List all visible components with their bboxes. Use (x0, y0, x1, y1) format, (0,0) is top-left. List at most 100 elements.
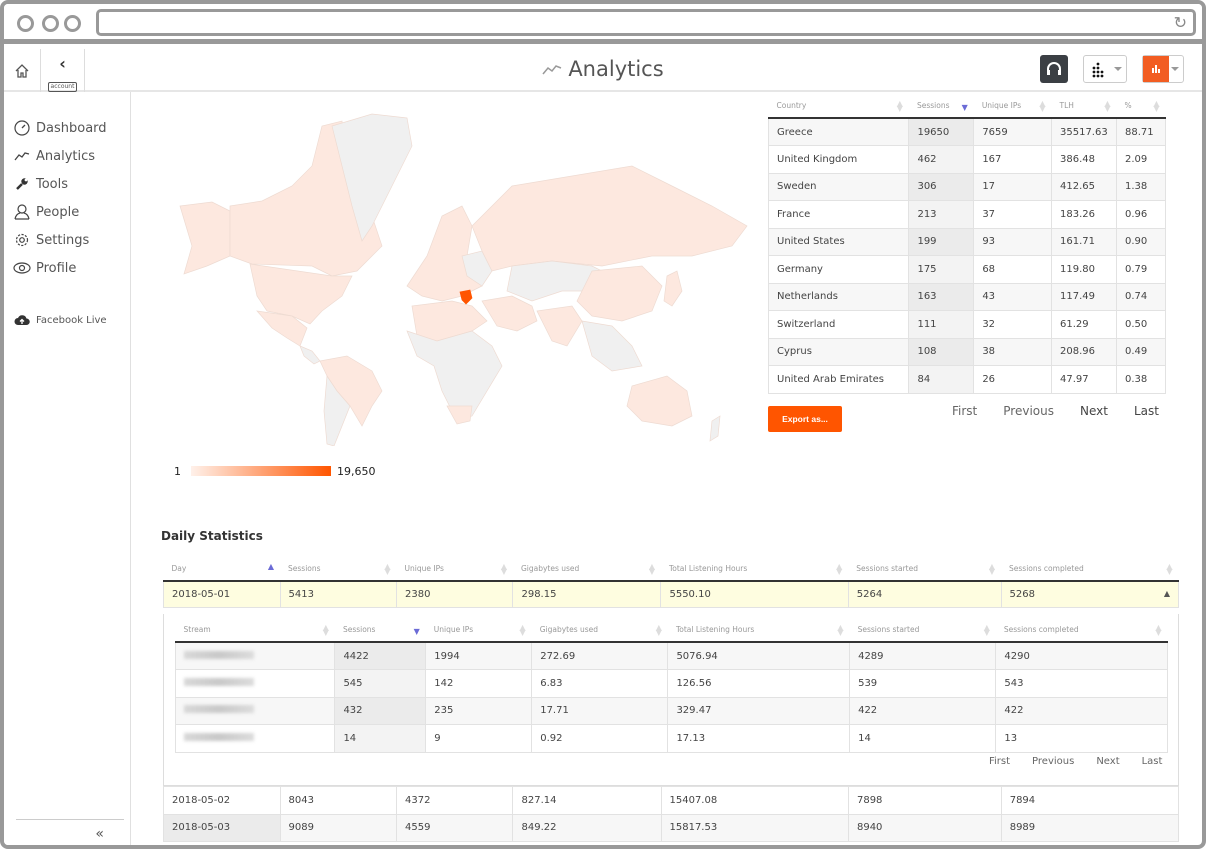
sort-icon: ▲ ▼ (1104, 99, 1111, 113)
redacted-stream-name (184, 732, 254, 741)
col-header-percent[interactable]: % ▲ ▼ (1116, 94, 1166, 119)
daily-col-header[interactable]: Day ▲ (163, 557, 280, 582)
country-row[interactable]: Greece 19650 7659 35517.63 88.71 (767, 117, 1167, 146)
collapse-row-icon[interactable]: ▲ (1164, 589, 1170, 598)
stream-row[interactable]: 4422 1994 272.69 5076.94 4289 4290 (174, 641, 1168, 670)
country-cell: 0.74 (1115, 282, 1167, 311)
pager-previous[interactable]: Previous (1032, 756, 1074, 767)
stations-dropdown[interactable] (1083, 55, 1127, 83)
country-row[interactable]: Netherlands 163 43 117.49 0.74 (767, 282, 1167, 311)
map-region-alaska[interactable] (179, 201, 231, 275)
stream-row[interactable]: 14 9 0.92 17.13 14 13 (174, 724, 1168, 753)
stream-col-header[interactable]: Sessions ▼ (334, 618, 426, 643)
sort-icon: ▲ ▼ (836, 562, 843, 576)
stream-cell: 0.92 (531, 724, 669, 753)
collapse-sidebar-button[interactable]: « (16, 819, 124, 845)
country-row[interactable]: Switzerland 111 32 61.29 0.50 (767, 310, 1167, 339)
browser-chrome: ↻ (4, 4, 1202, 44)
stream-col-header[interactable]: Sessions started ▲ ▼ (849, 618, 996, 643)
daily-cell: 4559 (396, 813, 514, 842)
map-region-australia[interactable] (626, 375, 693, 427)
daily-cell: 4372 (396, 786, 514, 815)
pager-next[interactable]: Next (1096, 756, 1119, 767)
stream-col-header[interactable]: Gigabytes used ▲ ▼ (531, 618, 668, 643)
url-bar[interactable]: ↻ (96, 9, 1196, 36)
daily-row-expanded[interactable]: 2018-05-01 5413 2380 298.15 5550.10 5264 5268 ▲ (163, 580, 1180, 608)
country-table-body: Greece 19650 7659 35517.63 88.71 United Kingd… (767, 117, 1167, 394)
daily-col-header[interactable]: Sessions started ▲ ▼ (848, 557, 1002, 582)
brand-dropdown[interactable] (1142, 55, 1184, 83)
reload-icon[interactable]: ↻ (1174, 13, 1187, 32)
country-row[interactable]: United Arab Emirates 84 26 47.97 0.38 (767, 365, 1167, 394)
country-cell: 111 (908, 310, 975, 339)
daily-col-header[interactable]: Unique IPs ▲ ▼ (396, 557, 513, 582)
col-header-country[interactable]: Country ▲ ▼ (768, 94, 909, 119)
pager-previous[interactable]: Previous (1003, 404, 1054, 418)
window-minimize-button[interactable] (42, 15, 59, 32)
country-row[interactable]: United States 199 93 161.71 0.90 (767, 227, 1167, 256)
sidebar-item-profile[interactable]: Profile (4, 254, 130, 282)
country-row[interactable]: United Kingdom 462 167 386.48 2.09 (767, 145, 1167, 174)
daily-col-header[interactable]: Gigabytes used ▲ ▼ (512, 557, 661, 582)
legend-max: 19,650 (337, 464, 376, 478)
country-cell: 0.90 (1115, 227, 1167, 256)
legend-min: 1 (174, 464, 181, 478)
stream-col-header[interactable]: Total Listening Hours ▲ ▼ (667, 618, 850, 643)
map-region-japan[interactable] (663, 270, 683, 307)
window-close-button[interactable] (17, 15, 34, 32)
map-region-greece[interactable] (459, 289, 473, 305)
col-label: Unique IPs (404, 564, 444, 573)
legend-gradient-bar (191, 466, 331, 476)
stream-col-header[interactable]: Sessions completed ▲ ▼ (995, 618, 1168, 643)
pager-last[interactable]: Last (1134, 404, 1159, 418)
country-row[interactable]: France 213 37 183.26 0.96 (767, 200, 1167, 229)
daily-col-header[interactable]: Total Listening Hours ▲ ▼ (660, 557, 849, 582)
col-header-unique-ips[interactable]: Unique IPs ▲ ▼ (973, 94, 1052, 119)
map-region-se-asia[interactable] (581, 320, 643, 372)
daily-col-header[interactable]: Sessions completed ▲ ▼ (1001, 557, 1179, 582)
export-button[interactable]: Export as... (768, 406, 842, 432)
pager-last[interactable]: Last (1142, 756, 1163, 767)
daily-cell: 15817.53 (660, 813, 849, 842)
daily-row[interactable]: 2018-05-03 9089 4559 849.22 15817.53 8940 8989 (163, 813, 1180, 842)
sidebar-item-tools[interactable]: Tools (4, 170, 130, 198)
map-region-middle-east[interactable] (481, 295, 538, 332)
map-region-india[interactable] (536, 305, 583, 347)
stream-row[interactable]: 432 235 17.71 329.47 422 422 (174, 696, 1168, 725)
sidebar-item-settings[interactable]: Settings (4, 226, 130, 254)
daily-col-header[interactable]: Sessions ▲ ▼ (280, 557, 397, 582)
pager-next[interactable]: Next (1080, 404, 1108, 418)
sort-icon: ▲ ▼ (1166, 562, 1173, 576)
col-header-sessions[interactable]: Sessions ▼ (908, 94, 974, 119)
map-region-new-zealand[interactable] (709, 415, 721, 442)
col-label: Gigabytes used (520, 564, 580, 573)
sidebar-item-dashboard[interactable]: Dashboard (4, 114, 130, 142)
country-cell: 161.71 (1051, 227, 1117, 256)
col-label: Sessions started (856, 564, 918, 573)
country-pager: First Previous Next Last (952, 404, 1185, 418)
map-region-south-africa[interactable] (446, 405, 473, 425)
map-region-central-america[interactable] (299, 345, 321, 365)
sidebar-item-people[interactable]: People (4, 198, 130, 226)
col-header-tlh[interactable]: TLH ▲ ▼ (1051, 94, 1117, 119)
stream-cell: 1994 (425, 641, 533, 670)
country-row[interactable]: Cyprus 108 38 208.96 0.49 (767, 337, 1167, 366)
sidebar-item-analytics[interactable]: Analytics (4, 142, 130, 170)
country-cell: Cyprus (767, 337, 910, 366)
pager-first[interactable]: First (989, 756, 1010, 767)
stream-col-header[interactable]: Stream ▲ ▼ (175, 618, 335, 643)
window-maximize-button[interactable] (64, 15, 81, 32)
sort-icon: ▲ ▼ (988, 562, 996, 576)
stream-col-header[interactable]: Unique IPs ▲ ▼ (425, 618, 532, 643)
pager-first[interactable]: First (952, 404, 977, 418)
stream-row[interactable]: 545 142 6.83 126.56 539 543 (174, 669, 1168, 698)
country-row[interactable]: Sweden 306 17 412.65 1.38 (767, 172, 1167, 201)
daily-row[interactable]: 2018-05-02 8043 4372 827.14 15407.08 7898 7894 (163, 786, 1180, 815)
redacted-stream-name (184, 677, 254, 686)
country-row[interactable]: Germany 175 68 119.80 0.79 (767, 255, 1167, 284)
stream-name-cell (174, 669, 336, 698)
headphones-button[interactable] (1040, 55, 1068, 83)
sidebar-item-facebook-live[interactable]: Facebook Live (4, 306, 130, 334)
daily-cell: 2018-05-03 (163, 813, 281, 842)
map-region-russia[interactable] (471, 165, 748, 272)
